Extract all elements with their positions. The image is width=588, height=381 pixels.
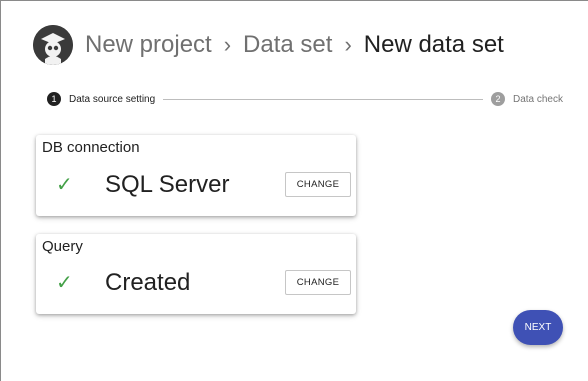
step-label: Data check [512, 93, 563, 105]
check-icon: ✓ [56, 272, 73, 294]
step-number-badge: 1 [47, 92, 61, 106]
breadcrumb-new-project[interactable]: New project [85, 31, 212, 59]
card-title: Query [42, 238, 83, 255]
change-db-connection-button[interactable]: CHANGE [285, 172, 351, 197]
app-logo-icon [33, 25, 73, 65]
card-title: DB connection [42, 139, 140, 156]
page-title: New data set [363, 31, 504, 58]
query-value: Created [105, 269, 191, 296]
stepper-connector [163, 98, 483, 100]
db-connection-card: DB connection ✓ SQL Server CHANGE [36, 135, 356, 216]
stepper: 1 Data source setting 2 Data check [47, 90, 563, 108]
query-card: Query ✓ Created CHANGE [36, 234, 356, 314]
breadcrumb-separator-icon: › [344, 32, 352, 57]
next-button[interactable]: NEXT [513, 310, 563, 345]
step-data-source-setting[interactable]: 1 Data source setting [47, 92, 155, 106]
step-label: Data source setting [69, 93, 156, 105]
page: New project › Data set › New data set 1 … [0, 0, 588, 381]
breadcrumb-data-set[interactable]: Data set [243, 31, 332, 59]
breadcrumb-separator-icon: › [223, 32, 232, 57]
check-icon: ✓ [56, 174, 73, 196]
step-data-check[interactable]: 2 Data check [490, 92, 563, 106]
db-connection-value: SQL Server [105, 171, 230, 198]
step-number-badge: 2 [490, 92, 505, 106]
change-query-button[interactable]: CHANGE [285, 270, 351, 295]
breadcrumb: New project › Data set › New data set [33, 23, 504, 67]
